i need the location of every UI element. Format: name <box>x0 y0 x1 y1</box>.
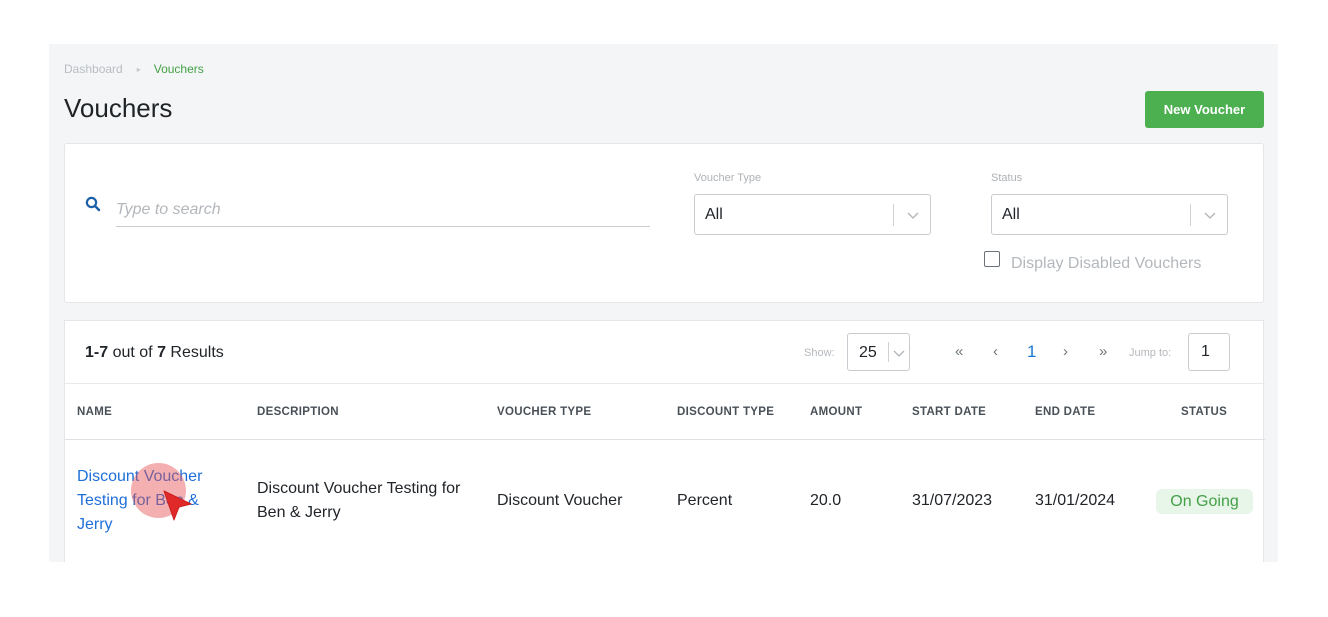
search-icon <box>85 196 101 212</box>
results-out-of: out of <box>112 344 153 361</box>
end-date-cell: 31/01/2024 <box>1035 492 1116 509</box>
voucher-type-cell: Discount Voucher <box>497 492 623 509</box>
column-header-discount-type[interactable]: DISCOUNT TYPE <box>677 406 774 418</box>
jump-to-input[interactable] <box>1188 333 1230 371</box>
status-badge: On Going <box>1156 489 1253 514</box>
breadcrumb-dashboard[interactable]: Dashboard <box>64 62 123 76</box>
description-line: Ben & Jerry <box>257 504 341 521</box>
column-header-name[interactable]: NAME <box>77 406 112 418</box>
description-line: Discount Voucher Testing for <box>257 480 461 497</box>
jump-to-label: Jump to: <box>1129 347 1172 359</box>
chevron-down-icon <box>1204 212 1216 219</box>
column-header-start-date[interactable]: START DATE <box>912 406 986 418</box>
prev-page-button[interactable]: ‹ <box>993 343 998 360</box>
status-value: All <box>1002 206 1020 223</box>
breadcrumb-vouchers: Vouchers <box>153 62 204 76</box>
column-header-end-date[interactable]: END DATE <box>1035 406 1095 418</box>
next-page-button[interactable]: › <box>1063 343 1068 360</box>
first-page-button[interactable]: « <box>955 343 963 360</box>
vouchers-page: Dashboard ▸ Vouchers Vouchers New Vouche… <box>49 44 1278 562</box>
select-divider <box>893 204 894 226</box>
amount-cell: 20.0 <box>810 492 842 509</box>
cursor-pointer-icon <box>163 490 192 521</box>
breadcrumb: Dashboard ▸ Vouchers <box>64 62 204 76</box>
select-divider <box>888 342 889 362</box>
page-1-button[interactable]: 1 <box>1027 342 1036 362</box>
discount-type-cell: Percent <box>677 492 733 509</box>
results-range: 1-7 <box>85 344 109 361</box>
results-suffix: Results <box>170 344 224 361</box>
column-header-description[interactable]: DESCRIPTION <box>257 406 339 418</box>
new-voucher-button[interactable]: New Voucher <box>1145 91 1264 128</box>
status-label: Status <box>991 172 1023 184</box>
column-header-voucher-type[interactable]: VOUCHER TYPE <box>497 406 591 418</box>
voucher-type-label: Voucher Type <box>694 172 762 184</box>
voucher-description: Discount Voucher Testing for Ben & Jerry <box>257 477 460 525</box>
page-size-select[interactable]: 25 <box>847 333 910 371</box>
column-header-status[interactable]: STATUS <box>1181 406 1227 418</box>
results-count: 1-7 out of 7 Results <box>85 344 224 362</box>
chevron-down-icon <box>907 212 919 219</box>
divider <box>65 439 1265 440</box>
start-date-cell: 31/07/2023 <box>912 492 993 509</box>
voucher-type-value: All <box>705 206 723 223</box>
search-input[interactable] <box>116 194 650 227</box>
results-total: 7 <box>157 344 166 361</box>
select-divider <box>1190 204 1191 226</box>
chevron-down-icon <box>893 350 905 357</box>
vouchers-table-card: 1-7 out of 7 Results Show: 25 « ‹ 1 › » … <box>64 320 1265 562</box>
show-label: Show: <box>804 347 835 359</box>
last-page-button[interactable]: » <box>1099 343 1107 360</box>
display-disabled-checkbox[interactable] <box>984 251 1000 267</box>
column-header-amount[interactable]: AMOUNT <box>810 406 862 418</box>
voucher-type-select[interactable]: All <box>694 194 931 235</box>
display-disabled-label[interactable]: Display Disabled Vouchers <box>1011 255 1201 273</box>
divider <box>65 383 1265 384</box>
filter-panel: Voucher Type All Status All Display Disa… <box>64 143 1264 303</box>
page-size-value: 25 <box>859 344 877 361</box>
page-title: Vouchers <box>64 93 173 123</box>
breadcrumb-separator-icon: ▸ <box>136 64 141 74</box>
status-select[interactable]: All <box>991 194 1228 235</box>
